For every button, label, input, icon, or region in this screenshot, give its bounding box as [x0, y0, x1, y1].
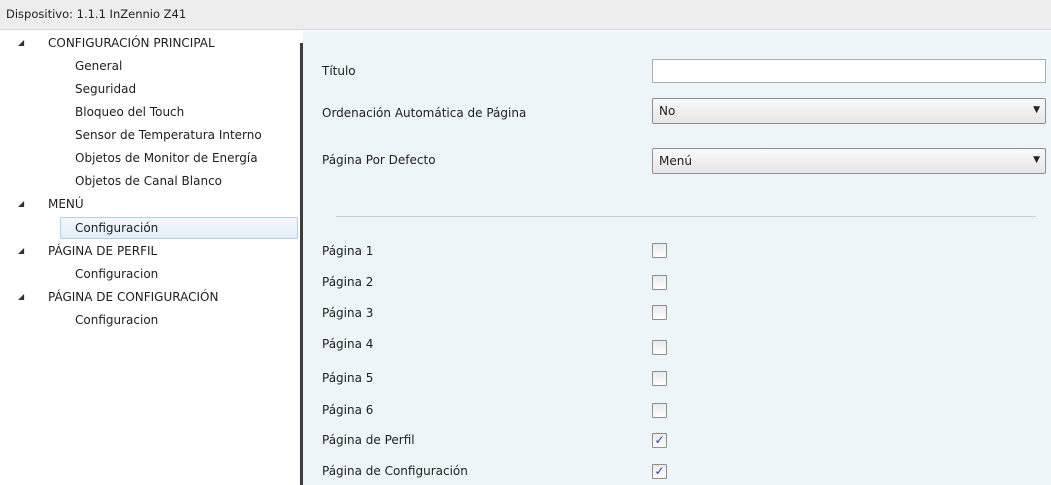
pagina-3-label: Página 3 — [322, 306, 374, 320]
expanded-arrow-icon[interactable]: ◢ — [18, 240, 28, 262]
check-icon: ✓ — [654, 464, 665, 478]
titulo-input[interactable] — [652, 59, 1046, 83]
ordenacion-label: Ordenación Automática de Página — [322, 106, 527, 120]
pagina-4-checkbox[interactable] — [652, 340, 667, 355]
pagina-1-checkbox[interactable] — [652, 243, 667, 258]
tree-item-menu-configuracion-selected[interactable]: Configuración — [60, 217, 298, 239]
pagina-3-checkbox[interactable] — [652, 305, 667, 320]
tree-section-pagina-perfil[interactable]: ◢ PÁGINA DE PERFIL — [0, 240, 300, 262]
pagina-defecto-label: Página Por Defecto — [322, 153, 436, 167]
expanded-arrow-icon[interactable]: ◢ — [18, 193, 28, 215]
expanded-arrow-icon[interactable]: ◢ — [18, 286, 28, 308]
expanded-arrow-icon[interactable]: ◢ — [18, 32, 28, 54]
section-divider — [336, 216, 1036, 217]
chevron-down-icon: ▼ — [1033, 105, 1040, 115]
chevron-down-icon: ▼ — [1033, 155, 1040, 165]
pagina-6-checkbox[interactable] — [652, 403, 667, 418]
titulo-label: Título — [322, 64, 356, 78]
pagina-perfil-checkbox[interactable]: ✓ — [652, 433, 667, 448]
parameters-panel: Título Ordenación Automática de Página N… — [303, 31, 1051, 485]
pagina-configuracion-checkbox[interactable]: ✓ — [652, 464, 667, 479]
tree-section-pagina-configuracion[interactable]: ◢ PÁGINA DE CONFIGURACIÓN — [0, 286, 300, 308]
check-icon: ✓ — [654, 433, 665, 447]
pagina-defecto-select[interactable]: Menú ▼ — [652, 148, 1046, 174]
pagina-5-checkbox[interactable] — [652, 371, 667, 386]
pagina-2-label: Página 2 — [322, 275, 374, 289]
pagina-6-label: Página 6 — [322, 403, 374, 417]
pagina-1-label: Página 1 — [322, 244, 374, 258]
pagina-5-label: Página 5 — [322, 371, 374, 385]
pagina-perfil-label: Página de Perfil — [322, 433, 415, 447]
ordenacion-select[interactable]: No ▼ — [652, 98, 1046, 124]
device-title-bar: Dispositivo: 1.1.1 InZennio Z41 — [0, 0, 1051, 30]
pagina-configuracion-label: Página de Configuración — [322, 464, 468, 478]
device-title: Dispositivo: 1.1.1 InZennio Z41 — [6, 7, 187, 21]
tree-section-configuracion-principal[interactable]: ◢ CONFIGURACIÓN PRINCIPAL — [0, 32, 300, 54]
pagina-4-label: Página 4 — [322, 337, 374, 351]
tree-section-menu[interactable]: ◢ MENÚ — [0, 193, 300, 215]
parameter-tree: ◢ CONFIGURACIÓN PRINCIPAL General Seguri… — [0, 31, 301, 485]
pagina-2-checkbox[interactable] — [652, 275, 667, 290]
